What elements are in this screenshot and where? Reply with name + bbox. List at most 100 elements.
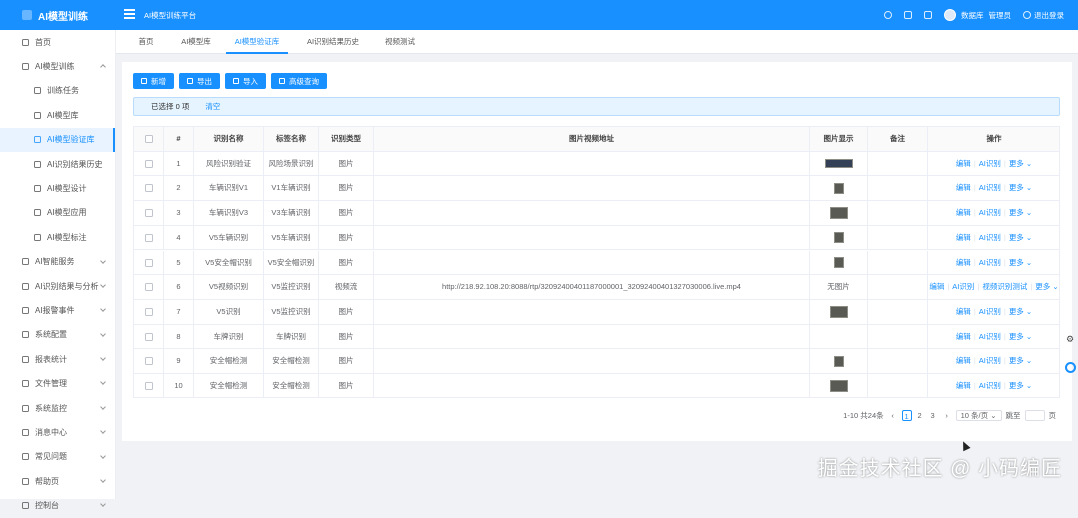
edit-link[interactable]: 编辑 <box>956 258 971 267</box>
more-dropdown[interactable]: 更多 ⌄ <box>1035 282 1058 291</box>
sidebar-item[interactable]: AI模型验证库 <box>0 127 115 152</box>
robot-float-icon[interactable] <box>1064 362 1076 373</box>
sidebar-item[interactable]: 文件管理 <box>0 371 115 395</box>
thumbnail-image[interactable] <box>824 159 853 169</box>
edit-link[interactable]: 编辑 <box>956 159 971 168</box>
row-checkbox[interactable] <box>134 250 164 275</box>
more-dropdown[interactable]: 更多 ⌄ <box>1009 332 1032 341</box>
edit-link[interactable]: 编辑 <box>956 233 971 242</box>
thumbnail-image[interactable] <box>833 182 844 194</box>
page-size-select[interactable]: 10 条/页 ⌄ <box>955 409 1002 421</box>
sidebar-item[interactable]: AI模型训练 <box>0 54 115 78</box>
advanced-query-button[interactable]: 高级查询 <box>271 73 327 89</box>
thumbnail-image[interactable] <box>829 380 848 393</box>
sidebar-item[interactable]: AI识别结果与分析 <box>0 274 115 298</box>
sidebar-item[interactable]: AI模型库 <box>0 103 115 127</box>
tab-item[interactable]: AI模型库 <box>172 30 220 54</box>
row-checkbox[interactable] <box>134 275 164 300</box>
tab-item[interactable]: AI识别结果历史 <box>294 30 372 54</box>
row-checkbox[interactable] <box>134 349 164 374</box>
video-test-link[interactable]: 视频识别测试 <box>982 282 1027 291</box>
sidebar-item[interactable]: 帮助页 <box>0 469 115 493</box>
row-checkbox[interactable] <box>134 324 164 349</box>
more-dropdown[interactable]: 更多 ⌄ <box>1009 159 1032 168</box>
sidebar-item[interactable]: 控制台 <box>0 493 115 517</box>
row-preview[interactable] <box>810 201 868 226</box>
thumbnail-image[interactable] <box>833 257 844 269</box>
edit-link[interactable]: 编辑 <box>929 282 944 291</box>
sidebar-item[interactable]: 常见问题 <box>0 445 115 469</box>
more-dropdown[interactable]: 更多 ⌄ <box>1009 208 1032 217</box>
sidebar-item[interactable]: AI报警事件 <box>0 298 115 322</box>
row-preview[interactable] <box>810 250 868 275</box>
user-menu[interactable]: 数据库 管理员 <box>944 9 1011 21</box>
tab-item[interactable]: 视频测试 <box>378 30 422 54</box>
thumbnail-image[interactable] <box>833 355 844 367</box>
ai-recognize-link[interactable]: AI识别 <box>952 282 974 291</box>
ai-recognize-link[interactable]: AI识别 <box>979 356 1001 365</box>
edit-link[interactable]: 编辑 <box>956 307 971 316</box>
row-preview[interactable] <box>810 176 868 201</box>
ai-recognize-link[interactable]: AI识别 <box>979 258 1001 267</box>
row-preview[interactable] <box>810 374 868 397</box>
row-preview[interactable] <box>810 299 868 324</box>
prev-page-icon[interactable]: ‹ <box>888 410 898 421</box>
more-dropdown[interactable]: 更多 ⌄ <box>1009 183 1032 192</box>
collapse-menu-icon[interactable] <box>124 9 135 19</box>
page-number[interactable]: 1 <box>901 409 912 421</box>
sidebar-item[interactable]: 系统配置 <box>0 323 115 347</box>
ai-recognize-link[interactable]: AI识别 <box>979 208 1001 217</box>
thumbnail-image[interactable] <box>829 207 848 220</box>
ai-recognize-link[interactable]: AI识别 <box>979 183 1001 192</box>
clear-selection-link[interactable]: 清空 <box>205 101 220 112</box>
next-page-icon[interactable]: › <box>942 410 952 421</box>
thumbnail-image[interactable] <box>833 232 844 244</box>
more-dropdown[interactable]: 更多 ⌄ <box>1009 258 1032 267</box>
more-dropdown[interactable]: 更多 ⌄ <box>1009 356 1032 365</box>
tab-item[interactable]: AI模型验证库 <box>226 30 288 54</box>
edit-link[interactable]: 编辑 <box>956 356 971 365</box>
ai-recognize-link[interactable]: AI识别 <box>979 381 1001 390</box>
ai-recognize-link[interactable]: AI识别 <box>979 307 1001 316</box>
edit-link[interactable]: 编辑 <box>956 183 971 192</box>
sidebar-item[interactable]: AI模型应用 <box>0 201 115 225</box>
sidebar-item[interactable]: AI模型标注 <box>0 225 115 249</box>
sidebar-item[interactable]: AI模型设计 <box>0 176 115 200</box>
sidebar-item[interactable]: AI识别结果历史 <box>0 152 115 176</box>
page-number[interactable]: 2 <box>915 410 925 421</box>
thumbnail-image[interactable] <box>829 305 848 318</box>
more-dropdown[interactable]: 更多 ⌄ <box>1009 233 1032 242</box>
more-dropdown[interactable]: 更多 ⌄ <box>1009 307 1032 316</box>
sidebar-item[interactable]: 报表统计 <box>0 347 115 371</box>
logout-button[interactable]: 退出登录 <box>1023 10 1064 21</box>
notification-icon[interactable] <box>924 11 932 19</box>
edit-link[interactable]: 编辑 <box>956 381 971 390</box>
row-preview[interactable] <box>810 349 868 374</box>
more-dropdown[interactable]: 更多 ⌄ <box>1009 381 1032 390</box>
row-checkbox[interactable] <box>134 225 164 250</box>
page-number[interactable]: 3 <box>928 410 938 421</box>
tab-item[interactable]: 首页 <box>126 30 166 54</box>
row-checkbox[interactable] <box>134 299 164 324</box>
row-checkbox[interactable] <box>134 374 164 397</box>
sidebar-item[interactable]: 系统监控 <box>0 396 115 420</box>
row-preview[interactable] <box>810 151 868 176</box>
row-checkbox[interactable] <box>134 201 164 226</box>
export-button[interactable]: 导出 <box>179 73 220 89</box>
ai-recognize-link[interactable]: AI识别 <box>979 332 1001 341</box>
fullscreen-icon[interactable] <box>904 11 912 19</box>
edit-link[interactable]: 编辑 <box>956 208 971 217</box>
select-all-checkbox[interactable] <box>134 127 164 151</box>
add-button[interactable]: 新增 <box>133 73 174 89</box>
row-checkbox[interactable] <box>134 151 164 176</box>
row-preview[interactable] <box>810 225 868 250</box>
row-checkbox[interactable] <box>134 176 164 201</box>
ai-recognize-link[interactable]: AI识别 <box>979 233 1001 242</box>
sidebar-item[interactable]: 首页 <box>0 30 115 54</box>
settings-float-icon[interactable]: ⚙ <box>1066 334 1074 345</box>
ai-recognize-link[interactable]: AI识别 <box>979 159 1001 168</box>
app-logo[interactable]: AI模型训练 <box>0 0 116 30</box>
sidebar-item[interactable]: 训练任务 <box>0 79 115 103</box>
row-preview[interactable] <box>810 324 868 349</box>
import-button[interactable]: 导入 <box>225 73 266 89</box>
